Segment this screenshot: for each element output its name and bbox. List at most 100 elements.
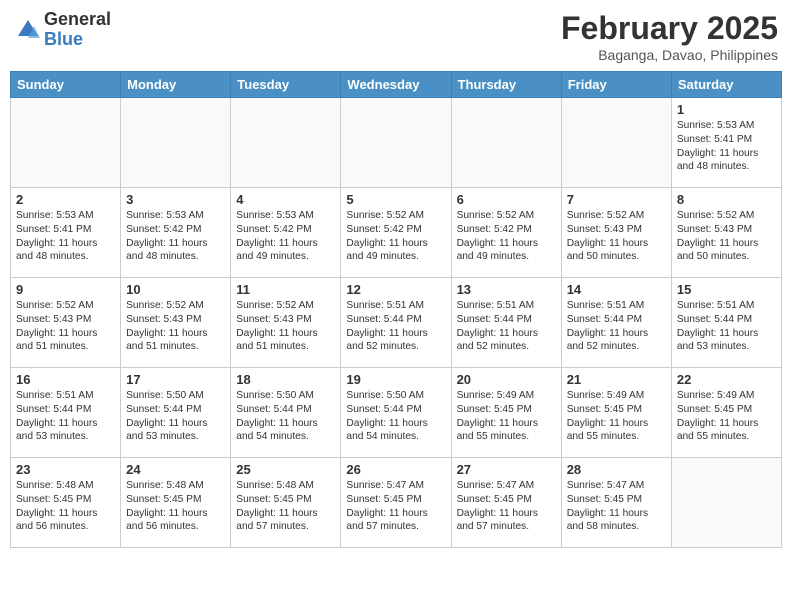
day-info: Sunrise: 5:47 AM Sunset: 5:45 PM Dayligh… xyxy=(346,479,445,534)
weekday-header-friday: Friday xyxy=(561,72,671,98)
title-section: February 2025 Baganga, Davao, Philippine… xyxy=(561,10,778,63)
day-number: 5 xyxy=(346,192,445,207)
day-info: Sunrise: 5:52 AM Sunset: 5:43 PM Dayligh… xyxy=(126,299,225,354)
weekday-header-wednesday: Wednesday xyxy=(341,72,451,98)
calendar-cell: 10 Sunrise: 5:52 AM Sunset: 5:43 PM Dayli… xyxy=(121,278,231,368)
calendar-cell xyxy=(561,98,671,188)
week-row-4: 16 Sunrise: 5:51 AM Sunset: 5:44 PM Dayli… xyxy=(11,368,782,458)
logo: General Blue xyxy=(14,10,111,50)
day-number: 24 xyxy=(126,462,225,477)
week-row-5: 23 Sunrise: 5:48 AM Sunset: 5:45 PM Dayli… xyxy=(11,458,782,548)
day-number: 17 xyxy=(126,372,225,387)
calendar-cell xyxy=(671,458,781,548)
page-header: General Blue February 2025 Baganga, Dava… xyxy=(10,10,782,63)
calendar-cell: 5 Sunrise: 5:52 AM Sunset: 5:42 PM Daylig… xyxy=(341,188,451,278)
day-number: 10 xyxy=(126,282,225,297)
calendar-cell: 28 Sunrise: 5:47 AM Sunset: 5:45 PM Dayli… xyxy=(561,458,671,548)
day-number: 22 xyxy=(677,372,776,387)
day-number: 3 xyxy=(126,192,225,207)
month-year: February 2025 xyxy=(561,10,778,47)
day-info: Sunrise: 5:52 AM Sunset: 5:43 PM Dayligh… xyxy=(677,209,776,264)
day-number: 18 xyxy=(236,372,335,387)
calendar-cell: 6 Sunrise: 5:52 AM Sunset: 5:42 PM Daylig… xyxy=(451,188,561,278)
logo-general: General xyxy=(44,9,111,29)
day-number: 28 xyxy=(567,462,666,477)
calendar-cell: 18 Sunrise: 5:50 AM Sunset: 5:44 PM Dayli… xyxy=(231,368,341,458)
calendar-cell: 25 Sunrise: 5:48 AM Sunset: 5:45 PM Dayli… xyxy=(231,458,341,548)
calendar-cell: 23 Sunrise: 5:48 AM Sunset: 5:45 PM Dayli… xyxy=(11,458,121,548)
day-info: Sunrise: 5:50 AM Sunset: 5:44 PM Dayligh… xyxy=(346,389,445,444)
day-info: Sunrise: 5:52 AM Sunset: 5:42 PM Dayligh… xyxy=(457,209,556,264)
day-number: 4 xyxy=(236,192,335,207)
day-info: Sunrise: 5:52 AM Sunset: 5:43 PM Dayligh… xyxy=(236,299,335,354)
day-info: Sunrise: 5:47 AM Sunset: 5:45 PM Dayligh… xyxy=(567,479,666,534)
calendar-cell: 24Sunrise: 5:48 AM Sunset: 5:45 PM Dayli… xyxy=(121,458,231,548)
day-info: Sunrise: 5:48 AM Sunset: 5:45 PM Dayligh… xyxy=(16,479,115,534)
weekday-header-sunday: Sunday xyxy=(11,72,121,98)
weekday-header-row: SundayMondayTuesdayWednesdayThursdayFrid… xyxy=(11,72,782,98)
day-info: Sunrise: 5:48 AM Sunset: 5:45 PM Dayligh… xyxy=(236,479,335,534)
calendar-cell: 7 Sunrise: 5:52 AM Sunset: 5:43 PM Daylig… xyxy=(561,188,671,278)
day-number: 11 xyxy=(236,282,335,297)
calendar-cell: 15 Sunrise: 5:51 AM Sunset: 5:44 PM Dayli… xyxy=(671,278,781,368)
day-number: 16 xyxy=(16,372,115,387)
calendar-cell: 3 Sunrise: 5:53 AM Sunset: 5:42 PM Daylig… xyxy=(121,188,231,278)
day-number: 21 xyxy=(567,372,666,387)
day-number: 14 xyxy=(567,282,666,297)
day-number: 19 xyxy=(346,372,445,387)
calendar-cell: 13 Sunrise: 5:51 AM Sunset: 5:44 PM Dayli… xyxy=(451,278,561,368)
day-number: 12 xyxy=(346,282,445,297)
calendar-cell: 19 Sunrise: 5:50 AM Sunset: 5:44 PM Dayli… xyxy=(341,368,451,458)
calendar-cell: 20 Sunrise: 5:49 AM Sunset: 5:45 PM Dayli… xyxy=(451,368,561,458)
calendar-cell: 1Sunrise: 5:53 AM Sunset: 5:41 PM Daylig… xyxy=(671,98,781,188)
day-number: 26 xyxy=(346,462,445,477)
day-info: Sunrise: 5:51 AM Sunset: 5:44 PM Dayligh… xyxy=(16,389,115,444)
logo-blue: Blue xyxy=(44,29,83,49)
day-info: Sunrise: 5:51 AM Sunset: 5:44 PM Dayligh… xyxy=(677,299,776,354)
day-info: Sunrise: 5:50 AM Sunset: 5:44 PM Dayligh… xyxy=(126,389,225,444)
calendar-cell xyxy=(121,98,231,188)
day-info: Sunrise: 5:52 AM Sunset: 5:42 PM Dayligh… xyxy=(346,209,445,264)
day-number: 7 xyxy=(567,192,666,207)
week-row-2: 2Sunrise: 5:53 AM Sunset: 5:41 PM Daylig… xyxy=(11,188,782,278)
day-number: 1 xyxy=(677,102,776,117)
day-info: Sunrise: 5:53 AM Sunset: 5:42 PM Dayligh… xyxy=(126,209,225,264)
day-info: Sunrise: 5:49 AM Sunset: 5:45 PM Dayligh… xyxy=(567,389,666,444)
weekday-header-monday: Monday xyxy=(121,72,231,98)
day-info: Sunrise: 5:53 AM Sunset: 5:42 PM Dayligh… xyxy=(236,209,335,264)
day-info: Sunrise: 5:51 AM Sunset: 5:44 PM Dayligh… xyxy=(567,299,666,354)
calendar-cell xyxy=(11,98,121,188)
day-number: 25 xyxy=(236,462,335,477)
day-info: Sunrise: 5:50 AM Sunset: 5:44 PM Dayligh… xyxy=(236,389,335,444)
calendar-cell: 17 Sunrise: 5:50 AM Sunset: 5:44 PM Dayli… xyxy=(121,368,231,458)
calendar-cell: 2Sunrise: 5:53 AM Sunset: 5:41 PM Daylig… xyxy=(11,188,121,278)
day-number: 6 xyxy=(457,192,556,207)
day-number: 2 xyxy=(16,192,115,207)
weekday-header-saturday: Saturday xyxy=(671,72,781,98)
day-number: 20 xyxy=(457,372,556,387)
day-number: 8 xyxy=(677,192,776,207)
day-number: 9 xyxy=(16,282,115,297)
calendar-cell: 21 Sunrise: 5:49 AM Sunset: 5:45 PM Dayli… xyxy=(561,368,671,458)
calendar-cell: 4 Sunrise: 5:53 AM Sunset: 5:42 PM Daylig… xyxy=(231,188,341,278)
location: Baganga, Davao, Philippines xyxy=(561,47,778,63)
calendar-cell: 8 Sunrise: 5:52 AM Sunset: 5:43 PM Daylig… xyxy=(671,188,781,278)
day-number: 13 xyxy=(457,282,556,297)
day-info: Sunrise: 5:49 AM Sunset: 5:45 PM Dayligh… xyxy=(677,389,776,444)
weekday-header-tuesday: Tuesday xyxy=(231,72,341,98)
calendar-cell xyxy=(451,98,561,188)
day-info: Sunrise: 5:47 AM Sunset: 5:45 PM Dayligh… xyxy=(457,479,556,534)
logo-icon xyxy=(14,16,42,44)
calendar-cell: 22 Sunrise: 5:49 AM Sunset: 5:45 PM Dayli… xyxy=(671,368,781,458)
day-info: Sunrise: 5:51 AM Sunset: 5:44 PM Dayligh… xyxy=(457,299,556,354)
week-row-1: 1Sunrise: 5:53 AM Sunset: 5:41 PM Daylig… xyxy=(11,98,782,188)
day-info: Sunrise: 5:52 AM Sunset: 5:43 PM Dayligh… xyxy=(567,209,666,264)
calendar-cell xyxy=(231,98,341,188)
day-number: 15 xyxy=(677,282,776,297)
day-number: 23 xyxy=(16,462,115,477)
day-info: Sunrise: 5:52 AM Sunset: 5:43 PM Dayligh… xyxy=(16,299,115,354)
weekday-header-thursday: Thursday xyxy=(451,72,561,98)
day-info: Sunrise: 5:51 AM Sunset: 5:44 PM Dayligh… xyxy=(346,299,445,354)
calendar-cell: 27Sunrise: 5:47 AM Sunset: 5:45 PM Dayli… xyxy=(451,458,561,548)
day-info: Sunrise: 5:49 AM Sunset: 5:45 PM Dayligh… xyxy=(457,389,556,444)
